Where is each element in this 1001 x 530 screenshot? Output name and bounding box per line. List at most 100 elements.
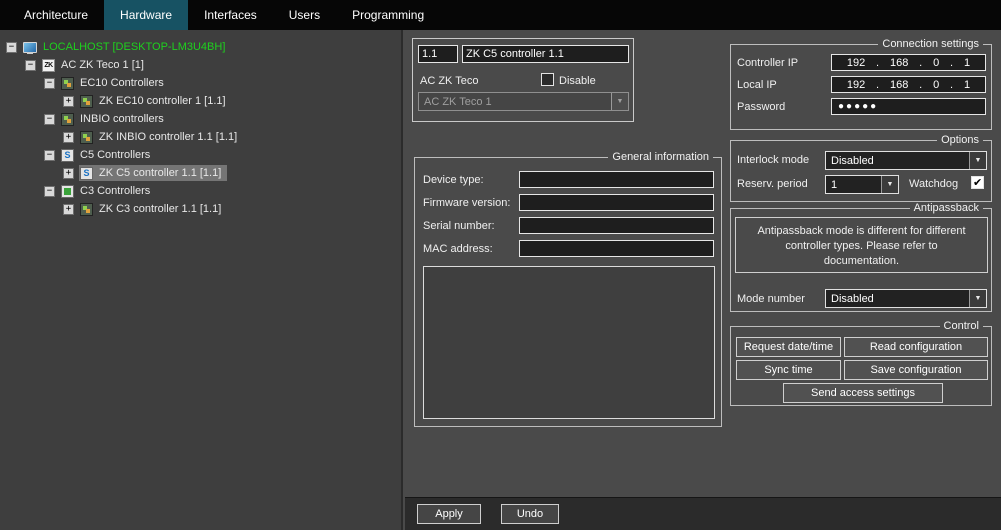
antipassback-group: Antipassback Antipassback mode is differ… bbox=[730, 208, 992, 312]
tree-item-label: EC10 Controllers bbox=[78, 76, 166, 90]
collapse-icon[interactable]: − bbox=[44, 114, 55, 125]
disable-checkbox[interactable] bbox=[541, 73, 554, 86]
tree-item[interactable]: −C5 Controllers bbox=[0, 146, 401, 164]
tree-item[interactable]: −ZKAC ZK Teco 1 [1] bbox=[0, 56, 401, 74]
tab-users[interactable]: Users bbox=[273, 0, 336, 30]
chevron-down-icon bbox=[611, 93, 628, 110]
ip-octet[interactable]: 168 bbox=[890, 79, 908, 91]
ip-octet[interactable]: 1 bbox=[964, 57, 970, 69]
tab-hardware[interactable]: Hardware bbox=[104, 0, 188, 30]
serial-number-label: Serial number: bbox=[423, 220, 495, 232]
controller-name-input[interactable] bbox=[462, 45, 629, 63]
info-display-area bbox=[423, 266, 715, 419]
expand-icon[interactable]: + bbox=[63, 204, 74, 215]
device-type-label: Device type: bbox=[423, 174, 484, 186]
main-panel: AC ZK Teco Disable AC ZK Teco 1 General … bbox=[405, 30, 1001, 497]
reserv-period-label: Reserv. period bbox=[737, 178, 808, 190]
request-date-time-button[interactable]: Request date/time bbox=[736, 337, 841, 357]
tree-item[interactable]: + ZK C3 controller 1.1 [1.1] bbox=[0, 200, 401, 218]
control-group: Control Request date/timeRead configurat… bbox=[730, 326, 992, 406]
sync-time-button[interactable]: Sync time bbox=[736, 360, 841, 380]
tree-item-body[interactable]: ZK C5 controller 1.1 [1.1] bbox=[79, 165, 227, 181]
apply-button[interactable]: Apply bbox=[417, 504, 481, 524]
ip-octet[interactable]: 192 bbox=[847, 57, 865, 69]
controller-group-icon bbox=[61, 113, 74, 126]
read-configuration-button[interactable]: Read configuration bbox=[844, 337, 988, 357]
device-type-input[interactable] bbox=[519, 171, 714, 188]
tree-item-body[interactable]: C3 Controllers bbox=[60, 183, 156, 199]
local-ip-input[interactable]: 192.168.0.1 bbox=[831, 76, 986, 93]
c5-controller-icon bbox=[80, 167, 93, 180]
app-window: ArchitectureHardwareInterfacesUsersProgr… bbox=[0, 0, 1001, 530]
tree-item[interactable]: − LOCALHOST [DESKTOP-LM3U4BH] bbox=[0, 38, 401, 56]
identity-box: AC ZK Teco Disable AC ZK Teco 1 bbox=[412, 38, 634, 122]
tab-interfaces[interactable]: Interfaces bbox=[188, 0, 273, 30]
collapse-icon[interactable]: − bbox=[6, 42, 17, 53]
firmware-version-input[interactable] bbox=[519, 194, 714, 211]
save-configuration-button[interactable]: Save configuration bbox=[844, 360, 988, 380]
footer-bar: Apply Undo bbox=[405, 497, 1001, 530]
tree-item[interactable]: + ZK C5 controller 1.1 [1.1] bbox=[0, 164, 401, 182]
chevron-down-icon bbox=[881, 176, 898, 193]
tree-item-body[interactable]: ZK C3 controller 1.1 [1.1] bbox=[79, 201, 227, 217]
tree-item-body[interactable]: INBIO controllers bbox=[60, 111, 170, 127]
send-access-settings-button[interactable]: Send access settings bbox=[783, 383, 943, 403]
collapse-icon[interactable]: − bbox=[44, 186, 55, 197]
watchdog-label: Watchdog bbox=[909, 178, 958, 190]
ip-octet[interactable]: 168 bbox=[890, 57, 908, 69]
reserv-period-select[interactable]: 1 bbox=[825, 175, 899, 194]
tree-item[interactable]: − EC10 Controllers bbox=[0, 74, 401, 92]
parent-device-value: AC ZK Teco 1 bbox=[424, 96, 492, 108]
ip-octet[interactable]: 0 bbox=[933, 57, 939, 69]
tree-item-body[interactable]: ZK INBIO controller 1.1 [1.1] bbox=[79, 129, 243, 145]
undo-button[interactable]: Undo bbox=[501, 504, 559, 524]
collapse-icon[interactable]: − bbox=[25, 60, 36, 71]
collapse-icon[interactable]: − bbox=[44, 150, 55, 161]
chevron-down-icon bbox=[969, 152, 986, 169]
ip-separator: . bbox=[876, 79, 879, 91]
password-input[interactable] bbox=[831, 98, 986, 115]
tree-item-body[interactable]: ZKAC ZK Teco 1 [1] bbox=[41, 57, 150, 73]
tree-item-label: LOCALHOST [DESKTOP-LM3U4BH] bbox=[41, 40, 227, 54]
mode-number-value: Disabled bbox=[831, 293, 874, 305]
ip-octet[interactable]: 192 bbox=[847, 79, 865, 91]
expand-icon[interactable]: + bbox=[63, 168, 74, 179]
ip-octet[interactable]: 1 bbox=[964, 79, 970, 91]
serial-number-input[interactable] bbox=[519, 217, 714, 234]
interlock-mode-select[interactable]: Disabled bbox=[825, 151, 987, 170]
interlock-mode-label: Interlock mode bbox=[737, 154, 809, 166]
expand-icon[interactable]: + bbox=[63, 96, 74, 107]
tree-item-body[interactable]: ZK EC10 controller 1 [1.1] bbox=[79, 93, 232, 109]
controller-ip-input[interactable]: 192.168.0.1 bbox=[831, 54, 986, 71]
tree-item-label: INBIO controllers bbox=[78, 112, 166, 126]
tree-item-body[interactable]: EC10 Controllers bbox=[60, 75, 170, 91]
watchdog-checkbox[interactable] bbox=[971, 176, 984, 189]
tree-item-label: AC ZK Teco 1 [1] bbox=[59, 58, 146, 72]
tab-programming[interactable]: Programming bbox=[336, 0, 440, 30]
c5-group-icon bbox=[61, 149, 74, 162]
mac-address-label: MAC address: bbox=[423, 243, 493, 255]
tree-item-label: ZK EC10 controller 1 [1.1] bbox=[97, 94, 228, 108]
parent-device-select: AC ZK Teco 1 bbox=[418, 92, 629, 111]
address-input[interactable] bbox=[418, 45, 458, 63]
collapse-icon[interactable]: − bbox=[44, 78, 55, 89]
ip-separator: . bbox=[950, 57, 953, 69]
tree-item[interactable]: + ZK INBIO controller 1.1 [1.1] bbox=[0, 128, 401, 146]
tree-item-body[interactable]: C5 Controllers bbox=[60, 147, 156, 163]
c3-group-icon bbox=[61, 185, 74, 198]
antipassback-note: Antipassback mode is different for diffe… bbox=[735, 217, 988, 273]
mode-number-label: Mode number bbox=[737, 293, 805, 305]
tree-item-body[interactable]: LOCALHOST [DESKTOP-LM3U4BH] bbox=[22, 39, 231, 55]
tree-item[interactable]: −C3 Controllers bbox=[0, 182, 401, 200]
tab-bar: ArchitectureHardwareInterfacesUsersProgr… bbox=[0, 0, 1001, 30]
mode-number-select[interactable]: Disabled bbox=[825, 289, 987, 308]
parent-device-label: AC ZK Teco bbox=[420, 75, 479, 87]
tree-item-label: ZK INBIO controller 1.1 [1.1] bbox=[97, 130, 239, 144]
expand-icon[interactable]: + bbox=[63, 132, 74, 143]
tree-item[interactable]: + ZK EC10 controller 1 [1.1] bbox=[0, 92, 401, 110]
tab-architecture[interactable]: Architecture bbox=[8, 0, 104, 30]
ip-octet[interactable]: 0 bbox=[933, 79, 939, 91]
tree-item[interactable]: − INBIO controllers bbox=[0, 110, 401, 128]
mac-address-input[interactable] bbox=[519, 240, 714, 257]
ip-separator: . bbox=[950, 79, 953, 91]
